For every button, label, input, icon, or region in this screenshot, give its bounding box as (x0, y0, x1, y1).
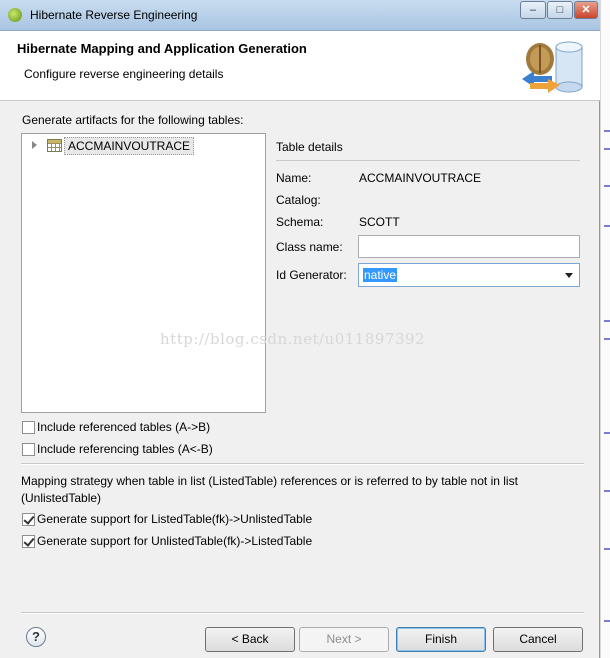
class-name-input[interactable] (358, 235, 580, 258)
listed-to-unlisted-label[interactable]: Generate support for ListedTable(fk)->Un… (37, 512, 312, 526)
schema-label: Schema: (276, 215, 324, 229)
mapping-strategy-description: Mapping strategy when table in list (Lis… (21, 474, 518, 505)
editor-text-fragment (604, 620, 610, 622)
editor-text-fragment (604, 338, 610, 340)
editor-text-fragment (604, 225, 610, 227)
editor-text-fragment (604, 185, 610, 187)
banner-subtitle: Configure reverse engineering details (24, 67, 224, 81)
help-icon[interactable]: ? (26, 627, 46, 647)
tree-expand-arrow-icon[interactable] (32, 141, 37, 149)
minimize-button[interactable]: – (520, 1, 546, 19)
close-button[interactable]: ✕ (574, 1, 598, 19)
include-referenced-checkbox[interactable] (22, 421, 35, 434)
wizard-banner: Hibernate Mapping and Application Genera… (0, 31, 600, 101)
banner-title: Hibernate Mapping and Application Genera… (17, 41, 307, 56)
editor-text-fragment (604, 148, 610, 150)
name-label: Name: (276, 171, 312, 185)
window-title: Hibernate Reverse Engineering (30, 8, 198, 22)
title-bar[interactable]: Hibernate Reverse Engineering – □ ✕ (0, 0, 600, 31)
maximize-button[interactable]: □ (547, 1, 573, 19)
database-arrows-icon (522, 41, 583, 93)
id-generator-label: Id Generator: (276, 268, 347, 282)
tree-item-label[interactable]: ACCMAINVOUTRACE (64, 137, 195, 155)
listed-to-unlisted-checkbox[interactable] (22, 513, 35, 526)
cancel-button[interactable]: Cancel (493, 627, 583, 652)
editor-text-fragment (604, 320, 610, 322)
table-details-heading: Table details (276, 140, 343, 154)
separator-top (21, 463, 584, 465)
editor-text-fragment (604, 548, 610, 550)
hibernate-app-icon (8, 8, 22, 22)
unlisted-to-listed-label[interactable]: Generate support for UnlistedTable(fk)->… (37, 534, 312, 548)
unlisted-to-listed-checkbox[interactable] (22, 535, 35, 548)
tables-section-label: Generate artifacts for the following tab… (22, 113, 244, 127)
separator-bottom (21, 612, 584, 614)
back-button[interactable]: < Back (205, 627, 295, 652)
include-referenced-label[interactable]: Include referenced tables (A->B) (37, 420, 210, 434)
id-generator-select[interactable]: native (358, 263, 580, 287)
include-referencing-label[interactable]: Include referencing tables (A<-B) (37, 442, 213, 456)
editor-text-fragment (604, 432, 610, 434)
schema-value: SCOTT (359, 215, 400, 229)
include-referencing-checkbox[interactable] (22, 443, 35, 456)
details-divider (276, 160, 580, 161)
class-name-label: Class name: (276, 240, 343, 254)
table-icon (47, 139, 62, 152)
chevron-down-icon[interactable] (565, 273, 573, 278)
next-button[interactable]: Next > (299, 627, 389, 652)
id-generator-value[interactable]: native (363, 268, 398, 282)
editor-text-fragment (604, 130, 610, 132)
tables-tree[interactable]: ACCMAINVOUTRACE (21, 133, 266, 413)
editor-text-fragment (604, 490, 610, 492)
catalog-label: Catalog: (276, 193, 321, 207)
finish-button[interactable]: Finish (396, 627, 486, 652)
watermark-text: http://blog.csdn.net/u011897392 (160, 330, 426, 348)
background-editor-strip (600, 0, 610, 658)
name-value: ACCMAINVOUTRACE (359, 171, 482, 185)
wizard-window: Hibernate Reverse Engineering – □ ✕ Hibe… (0, 0, 600, 658)
